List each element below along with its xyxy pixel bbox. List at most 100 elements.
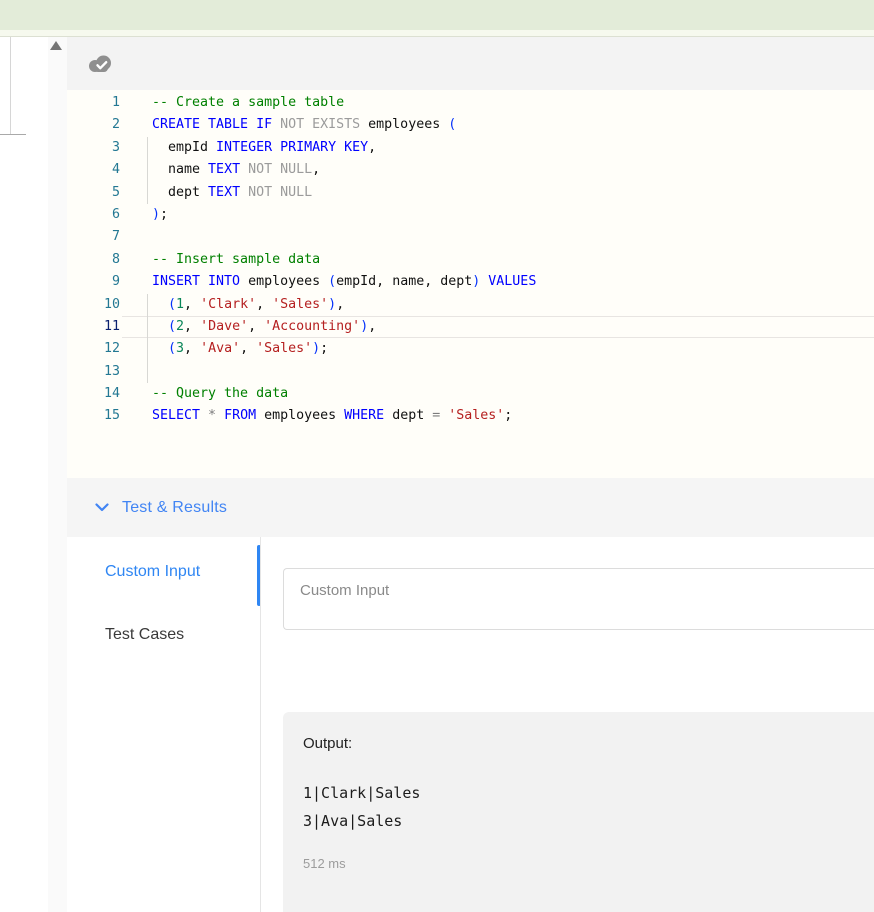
code-line-1[interactable]: -- Create a sample table [122,92,874,114]
autosave-cloud-check-icon [88,53,114,73]
code-token: NOT NULL [240,162,312,177]
code-token: , [376,274,392,289]
line-number: 3 [75,137,122,159]
code-line-11[interactable]: (2, 'Dave', 'Accounting'), [122,316,874,338]
collapsed-panel-handle[interactable] [0,134,26,135]
code-token [152,319,168,334]
results-tab-list: Custom InputTest Cases [75,537,260,664]
code-line-6[interactable]: ); [122,204,874,226]
code-token: ( [168,341,176,356]
code-token: 'Sales' [440,408,504,423]
code-token: employees [256,408,336,423]
code-token [152,297,168,312]
output-label: Output: [303,735,874,752]
code-token: , [184,319,200,334]
code-token: ; [504,408,512,423]
line-number: 9 [75,271,122,293]
code-token: dept [440,274,472,289]
code-token: SELECT [152,408,200,423]
code-editor[interactable]: 123456789101112131415 -- Create a sample… [67,90,874,478]
runtime-badge: 512 ms [303,856,874,871]
code-line-3[interactable]: empId INTEGER PRIMARY KEY, [122,137,874,159]
code-token: -- Insert sample data [152,252,320,267]
code-token: ) [152,207,160,222]
code-workspace: 123456789101112131415 -- Create a sample… [0,0,874,912]
code-token: ) [312,341,320,356]
code-token: ( [328,274,336,289]
line-number: 4 [75,159,122,181]
code-token: empId [152,140,208,155]
code-token: FROM [216,408,256,423]
top-banner-substrip [0,30,874,37]
custom-input-textarea[interactable] [283,568,874,630]
chevron-down-icon[interactable] [95,503,109,512]
code-line-7[interactable] [122,226,874,248]
code-line-10[interactable]: (1, 'Clark', 'Sales'), [122,294,874,316]
code-token: ; [320,341,328,356]
line-number: 2 [75,114,122,136]
code-token: 'Clark' [200,297,256,312]
code-token: employees [360,117,448,132]
line-number: 11 [75,316,122,338]
code-token: INSERT INTO [152,274,240,289]
output-line: 3|Ava|Sales [303,807,874,835]
scroll-up-arrow-icon[interactable] [50,41,62,50]
code-line-4[interactable]: name TEXT NOT NULL, [122,159,874,181]
code-token: 'Dave' [200,319,248,334]
code-token: INTEGER PRIMARY KEY [208,140,368,155]
line-number: 10 [75,294,122,316]
code-token: * [200,408,216,423]
code-token: 1 [176,297,184,312]
code-token: WHERE [336,408,384,423]
code-token: CREATE TABLE IF [152,117,272,132]
left-rail-column [48,37,67,912]
line-number-gutter: 123456789101112131415 [75,92,122,428]
line-number: 6 [75,204,122,226]
code-token: dept [384,408,424,423]
tab-custom-input[interactable]: Custom Input [75,537,260,606]
results-content: Output: 1|Clark|Sales3|Ava|Sales 512 ms [283,537,874,912]
code-token: 'Accounting' [264,319,360,334]
code-token: , [240,341,256,356]
code-token: = [424,408,440,423]
code-line-14[interactable]: -- Query the data [122,383,874,405]
code-token: , [336,297,344,312]
output-panel: Output: 1|Clark|Sales3|Ava|Sales 512 ms [283,712,874,912]
code-line-8[interactable]: -- Insert sample data [122,249,874,271]
code-token: NOT EXISTS [272,117,360,132]
code-token: ( [168,297,176,312]
test-results-header[interactable]: Test & Results [67,478,874,537]
code-token: ) [328,297,336,312]
code-line-2[interactable]: CREATE TABLE IF NOT EXISTS employees ( [122,114,874,136]
code-token: employees [240,274,328,289]
code-token [152,341,168,356]
code-token: dept [152,185,200,200]
line-number: 14 [75,383,122,405]
code-line-9[interactable]: INSERT INTO employees (empId, name, dept… [122,271,874,293]
editor-toolbar [67,37,874,90]
tabs-divider [260,537,261,912]
line-number: 1 [75,92,122,114]
code-line-5[interactable]: dept TEXT NOT NULL [122,182,874,204]
code-line-15[interactable]: SELECT * FROM employees WHERE dept = 'Sa… [122,405,874,427]
code-token: , [368,140,376,155]
test-results-body: Custom InputTest Cases Output: 1|Clark|S… [67,537,874,912]
code-token: , [248,319,264,334]
code-token: , [312,162,320,177]
line-number: 13 [75,361,122,383]
code-token: empId [336,274,376,289]
code-line-12[interactable]: (3, 'Ava', 'Sales'); [122,338,874,360]
code-token: ( [448,117,456,132]
code-token: TEXT [200,162,240,177]
code-line-13[interactable] [122,361,874,383]
line-number: 7 [75,226,122,248]
code-token: NOT NULL [240,185,312,200]
editor-panel: 123456789101112131415 -- Create a sample… [67,37,874,912]
collapsed-panel-divider[interactable] [10,37,11,135]
test-results-title: Test & Results [122,499,227,517]
code-token: , [256,297,272,312]
code-token: name [392,274,424,289]
code-pane[interactable]: -- Create a sample tableCREATE TABLE IF … [122,92,874,428]
tab-test-cases[interactable]: Test Cases [75,606,260,664]
output-lines: 1|Clark|Sales3|Ava|Sales [303,779,874,835]
